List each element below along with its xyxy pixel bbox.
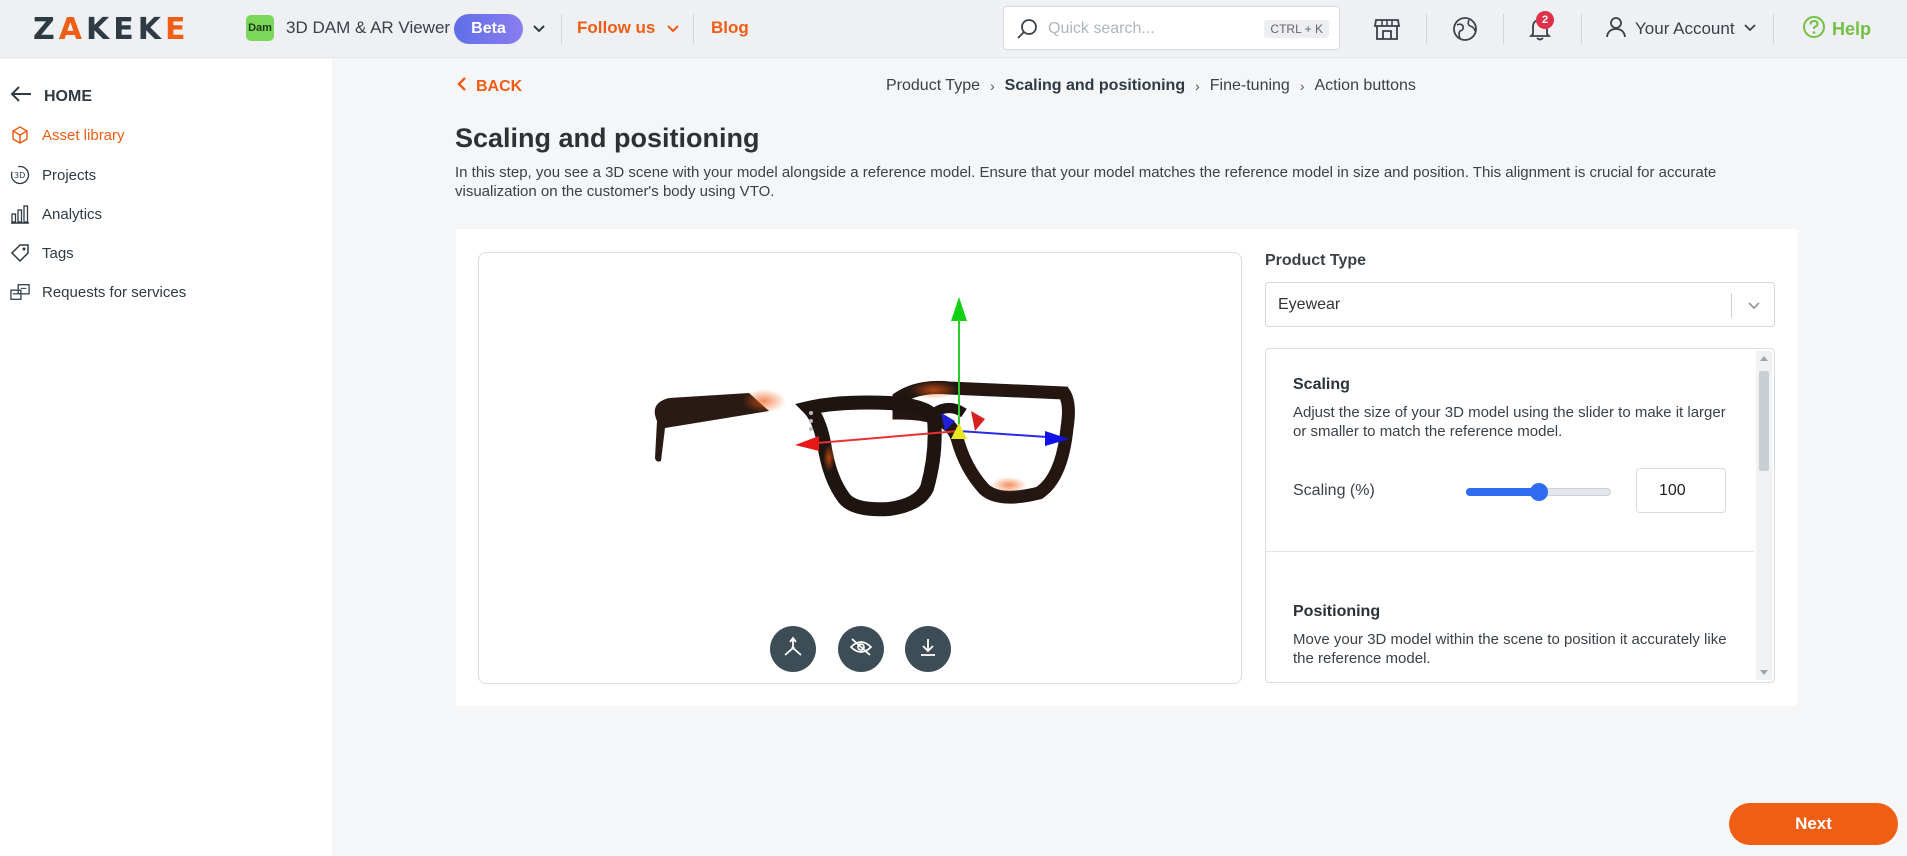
svg-text:3D: 3D	[14, 171, 25, 180]
slider-fill	[1466, 488, 1539, 496]
breadcrumb: Product Type › Scaling and positioning ›…	[886, 77, 1416, 95]
search-shortcut-hint: CTRL + K	[1264, 20, 1329, 38]
back-label: BACK	[476, 77, 523, 95]
app-switcher-chevron-icon[interactable]	[531, 20, 547, 36]
hide-eye-icon	[849, 637, 873, 662]
settings-panel: Scaling Adjust the size of your 3D model…	[1265, 348, 1775, 683]
zakeke-logo[interactable]: ZAKEKE	[33, 12, 189, 47]
panel-scrollbar[interactable]	[1756, 351, 1772, 680]
back-button[interactable]: BACK	[456, 76, 522, 97]
top-bar: ZAKEKE Dam 3D DAM & AR Viewer Beta Follo…	[0, 0, 1907, 58]
download-icon	[918, 637, 938, 662]
scroll-up-icon[interactable]	[1760, 356, 1768, 361]
product-type-select[interactable]: Eyewear	[1265, 282, 1775, 327]
3d-viewer[interactable]	[478, 252, 1242, 684]
divider	[561, 14, 562, 44]
next-button[interactable]: Next	[1729, 803, 1898, 845]
product-type-label: Product Type	[1265, 252, 1367, 269]
product-type-value: Eyewear	[1278, 296, 1341, 313]
help-circle-icon	[1802, 15, 1826, 44]
beta-badge: Beta	[454, 14, 523, 44]
account-label: Your Account	[1635, 19, 1735, 38]
toggle-reference-button[interactable]	[838, 626, 884, 672]
divider	[1503, 14, 1504, 44]
scaling-heading: Scaling	[1293, 376, 1350, 393]
sidebar-item-tags[interactable]: Tags	[10, 243, 74, 263]
sidebar-home-link[interactable]: HOME	[10, 85, 92, 108]
breadcrumb-fine-tuning[interactable]: Fine-tuning	[1210, 77, 1290, 95]
chevron-right-icon: ›	[1299, 78, 1305, 94]
bar-chart-icon	[10, 204, 30, 224]
divider	[1731, 293, 1732, 318]
page-description: In this step, you see a 3D scene with yo…	[455, 164, 1717, 200]
sidebar-item-asset-library[interactable]: Asset library	[10, 125, 125, 145]
positioning-description: Move your 3D model within the scene to p…	[1293, 631, 1727, 667]
breadcrumb-action-buttons[interactable]: Action buttons	[1315, 77, 1416, 95]
tag-icon	[10, 243, 30, 263]
chevron-right-icon: ›	[1195, 78, 1200, 94]
app-name[interactable]: 3D DAM & AR Viewer	[286, 18, 450, 38]
positioning-heading: Positioning	[1293, 603, 1381, 620]
user-icon	[1605, 16, 1627, 43]
breadcrumb-product-type[interactable]: Product Type	[886, 77, 980, 95]
slider-thumb[interactable]	[1529, 483, 1548, 501]
breadcrumb-scaling-and-positioning[interactable]: Scaling and positioning	[1005, 77, 1185, 95]
follow-us-menu[interactable]: Follow us	[577, 18, 655, 38]
arrow-left-icon	[10, 85, 32, 108]
help-label: Help	[1832, 18, 1872, 39]
scroll-down-icon[interactable]	[1760, 670, 1768, 675]
scaling-label: Scaling (%)	[1293, 482, 1375, 499]
sidebar-home-label: HOME	[44, 87, 92, 105]
divider	[693, 14, 694, 44]
store-icon[interactable]	[1372, 14, 1402, 44]
chevron-down-icon	[1743, 19, 1757, 39]
account-menu[interactable]: Your Account	[1605, 14, 1757, 44]
follow-us-chevron-icon[interactable]	[665, 20, 681, 36]
scaling-slider[interactable]	[1466, 483, 1611, 501]
sidebar-item-label: Asset library	[42, 126, 125, 144]
search-icon	[1016, 17, 1040, 46]
scaling-section: Scaling Adjust the size of your 3D model…	[1266, 349, 1754, 552]
sidebar-item-label: Analytics	[42, 205, 103, 223]
sidebar-item-analytics[interactable]: Analytics	[10, 204, 102, 224]
cube-icon	[10, 125, 30, 145]
dam-app-badge: Dam	[246, 15, 274, 41]
sidebar-item-label: Tags	[42, 244, 74, 262]
sidebar-item-requests-for-services[interactable]: Requests for services	[10, 282, 186, 302]
sidebar-item-label: Projects	[42, 166, 97, 184]
divider	[1773, 14, 1774, 44]
page-title: Scaling and positioning	[455, 123, 760, 153]
scrollbar-thumb[interactable]	[1759, 371, 1769, 471]
scaling-description: Adjust the size of your 3D model using t…	[1293, 404, 1726, 440]
eyewear-3d-model[interactable]	[479, 253, 1242, 684]
notification-count-badge: 2	[1536, 11, 1554, 29]
chevron-down-icon	[1746, 297, 1762, 318]
divider	[1426, 14, 1427, 44]
help-link[interactable]: Help	[1802, 14, 1871, 44]
chevron-left-icon	[456, 76, 468, 97]
scaling-value-input[interactable]	[1636, 468, 1726, 513]
3d-icon: 3D	[10, 165, 30, 185]
quick-search[interactable]: CTRL + K	[1003, 6, 1340, 50]
sidebar-item-projects[interactable]: 3D Projects	[10, 165, 96, 185]
search-input[interactable]	[1048, 17, 1248, 41]
sidebar: HOME Asset library 3D Projects Analytics…	[0, 59, 332, 856]
download-button[interactable]	[905, 626, 951, 672]
services-icon	[10, 282, 30, 302]
transform-axes-button[interactable]	[770, 626, 816, 672]
blog-link[interactable]: Blog	[711, 18, 749, 38]
chevron-right-icon: ›	[989, 78, 995, 94]
transform-axes-icon	[782, 636, 804, 663]
divider	[1581, 14, 1582, 44]
sidebar-item-label: Requests for services	[42, 283, 187, 301]
globe-icon[interactable]	[1450, 14, 1480, 44]
